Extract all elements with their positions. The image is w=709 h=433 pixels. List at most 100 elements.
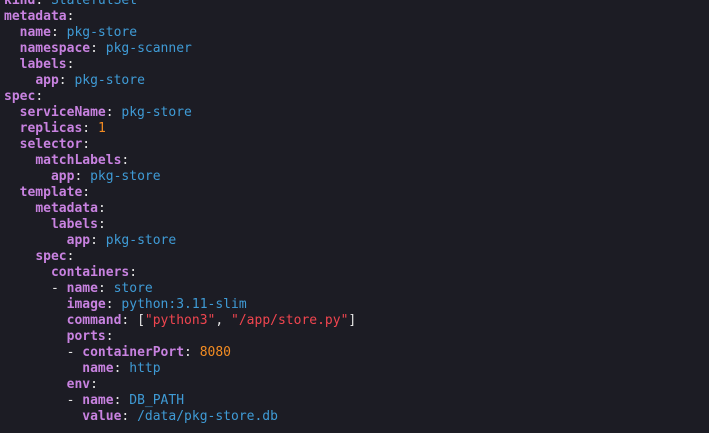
yaml-key: command: [66, 313, 122, 328]
code-area[interactable]: kind: StatefulSet metadata: name: pkg-sto…: [4, 0, 356, 425]
code-line[interactable]: containers:: [4, 265, 356, 281]
yaml-key: kind: [4, 0, 36, 8]
yaml-key: replicas: [19, 121, 83, 136]
yaml-editor[interactable]: kind: StatefulSet metadata: name: pkg-sto…: [0, 0, 709, 433]
key-separator: :: [113, 393, 130, 408]
yaml-key: spec: [4, 89, 36, 104]
yaml-key: app: [35, 73, 59, 88]
key-separator: :: [121, 153, 130, 168]
yaml-number: 8080: [199, 345, 231, 360]
yaml-key: value: [82, 409, 122, 424]
yaml-key: app: [66, 233, 91, 248]
code-line[interactable]: - containerPort: 8080: [4, 345, 356, 361]
yaml-key: metadata: [35, 201, 98, 216]
code-line[interactable]: - name: DB_PATH: [4, 393, 356, 409]
code-line[interactable]: metadata:: [4, 201, 356, 217]
code-line[interactable]: selector:: [4, 137, 356, 153]
code-line[interactable]: command: ["python3", "/app/store.py"]: [4, 313, 357, 329]
code-line[interactable]: metadata:: [4, 9, 356, 25]
yaml-key: spec: [35, 249, 67, 264]
key-separator: :: [35, 89, 44, 104]
yaml-key: selector: [19, 137, 83, 152]
yaml-key: containerPort: [82, 345, 185, 360]
yaml-value: pkg-scanner: [105, 41, 192, 56]
key-separator: :: [58, 73, 75, 88]
yaml-value: pkg-store: [66, 25, 138, 40]
code-line[interactable]: - name: store: [4, 281, 356, 297]
key-separator: :: [121, 313, 138, 328]
yaml-key: name: [82, 361, 114, 376]
code-line[interactable]: kind: StatefulSet: [4, 0, 356, 9]
yaml-value: DB_PATH: [129, 393, 185, 408]
code-line[interactable]: image: python:3.11-slim: [4, 297, 356, 313]
code-line[interactable]: name: pkg-store: [4, 25, 356, 41]
code-line[interactable]: template:: [4, 185, 356, 201]
code-line[interactable]: labels:: [4, 57, 356, 73]
key-separator: :: [82, 137, 91, 152]
key-separator: :: [66, 57, 75, 72]
key-separator: :: [66, 249, 75, 264]
code-line[interactable]: matchLabels:: [4, 153, 356, 169]
code-line[interactable]: app: pkg-store: [4, 169, 356, 185]
yaml-number: 1: [97, 121, 106, 136]
yaml-string: "python3": [144, 313, 216, 328]
code-line[interactable]: ports:: [4, 329, 356, 345]
yaml-value: store: [113, 281, 153, 296]
code-line[interactable]: labels:: [4, 217, 356, 233]
yaml-key: template: [19, 185, 83, 200]
yaml-value: pkg-store: [90, 169, 161, 184]
code-line[interactable]: name: http: [4, 361, 356, 377]
key-separator: :: [74, 169, 91, 184]
code-line[interactable]: serviceName: pkg-store: [4, 105, 356, 121]
code-line[interactable]: spec:: [4, 249, 356, 265]
yaml-string: "/app/store.py": [231, 313, 349, 328]
list-dash: -: [50, 281, 67, 296]
yaml-key: env: [66, 377, 91, 392]
code-line[interactable]: value: /data/pkg-store.db: [4, 409, 356, 425]
key-separator: :: [121, 409, 138, 424]
yaml-key: containers: [50, 265, 130, 280]
yaml-key: matchLabels: [35, 153, 122, 168]
code-line[interactable]: app: pkg-store: [4, 233, 356, 249]
yaml-value: python:3.11-slim: [121, 297, 247, 312]
key-separator: :: [184, 345, 200, 360]
code-line[interactable]: namespace: pkg-scanner: [4, 41, 356, 57]
code-line[interactable]: spec:: [4, 89, 356, 105]
key-separator: :: [105, 297, 122, 312]
yaml-value: pkg-store: [105, 233, 177, 248]
yaml-value: http: [129, 361, 161, 376]
key-separator: :: [35, 0, 51, 8]
key-separator: :: [50, 25, 67, 40]
key-separator: :: [105, 329, 114, 344]
yaml-value: StatefulSet: [50, 0, 138, 8]
yaml-value: pkg-store: [121, 105, 192, 120]
key-separator: :: [66, 9, 75, 24]
array-open-bracket: [: [137, 313, 145, 328]
key-separator: :: [90, 233, 106, 248]
yaml-key: namespace: [19, 41, 91, 56]
code-line[interactable]: app: pkg-store: [4, 73, 356, 89]
yaml-key: name: [19, 25, 51, 40]
yaml-key: image: [66, 297, 106, 312]
code-line[interactable]: replicas: 1: [4, 121, 356, 137]
code-line[interactable]: env:: [4, 377, 356, 393]
yaml-value: /data/pkg-store.db: [137, 409, 278, 424]
